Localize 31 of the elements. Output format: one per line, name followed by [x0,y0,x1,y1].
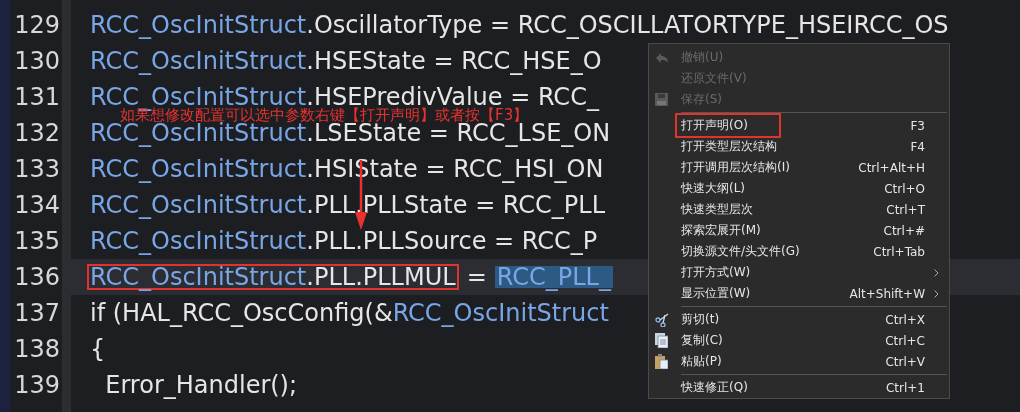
line-number: 139 [13,370,60,401]
clipboard-icon [655,354,668,369]
menu-item[interactable]: 复制(C) Ctrl+C [649,330,949,351]
menu-item[interactable]: 粘贴(P) Ctrl+V [649,351,949,372]
line-number: 138 [13,334,60,365]
boxed-code-text: RCC_OscInitStruct.PLL.PLLMUL [87,264,459,290]
menu-item[interactable]: 打开声明(O) F3 [649,115,949,136]
menu-item[interactable]: 探索宏展开(M) Ctrl+# [649,220,949,241]
menu-item[interactable]: 快速类型层次 Ctrl+T [649,199,949,220]
menu-item[interactable]: 快速大纲(L) Ctrl+O [649,178,949,199]
line-number: 131 [13,82,60,113]
line-number: 137 [13,298,60,329]
menu-item[interactable]: 打开类型层次结构 F4 [649,136,949,157]
scissors-icon [655,312,669,327]
line-number: 132 [13,118,60,149]
menu-item[interactable]: 打开调用层次结构(I) Ctrl+Alt+H [649,157,949,178]
line-number: 135 [13,226,60,257]
line-number: 136 [13,262,60,293]
menu-item[interactable]: 显示位置(W) Alt+Shift+W [649,283,949,304]
code-text: = [466,266,487,288]
line-number: 129 [13,10,60,41]
line-number: 130 [13,46,60,77]
undo-icon [655,51,669,64]
menu-item[interactable]: 剪切(t) Ctrl+X [649,309,949,330]
menu-item[interactable]: 切换源文件/头文件(G) Ctrl+Tab [649,241,949,262]
line-number: 133 [13,154,60,185]
line-number: 134 [13,190,60,221]
code-text: { [90,338,106,360]
menu-item[interactable]: 打开方式(W) [649,262,949,283]
document-icon [655,333,668,348]
menu-item[interactable]: 快速修正(Q) Ctrl+1 [649,377,949,398]
